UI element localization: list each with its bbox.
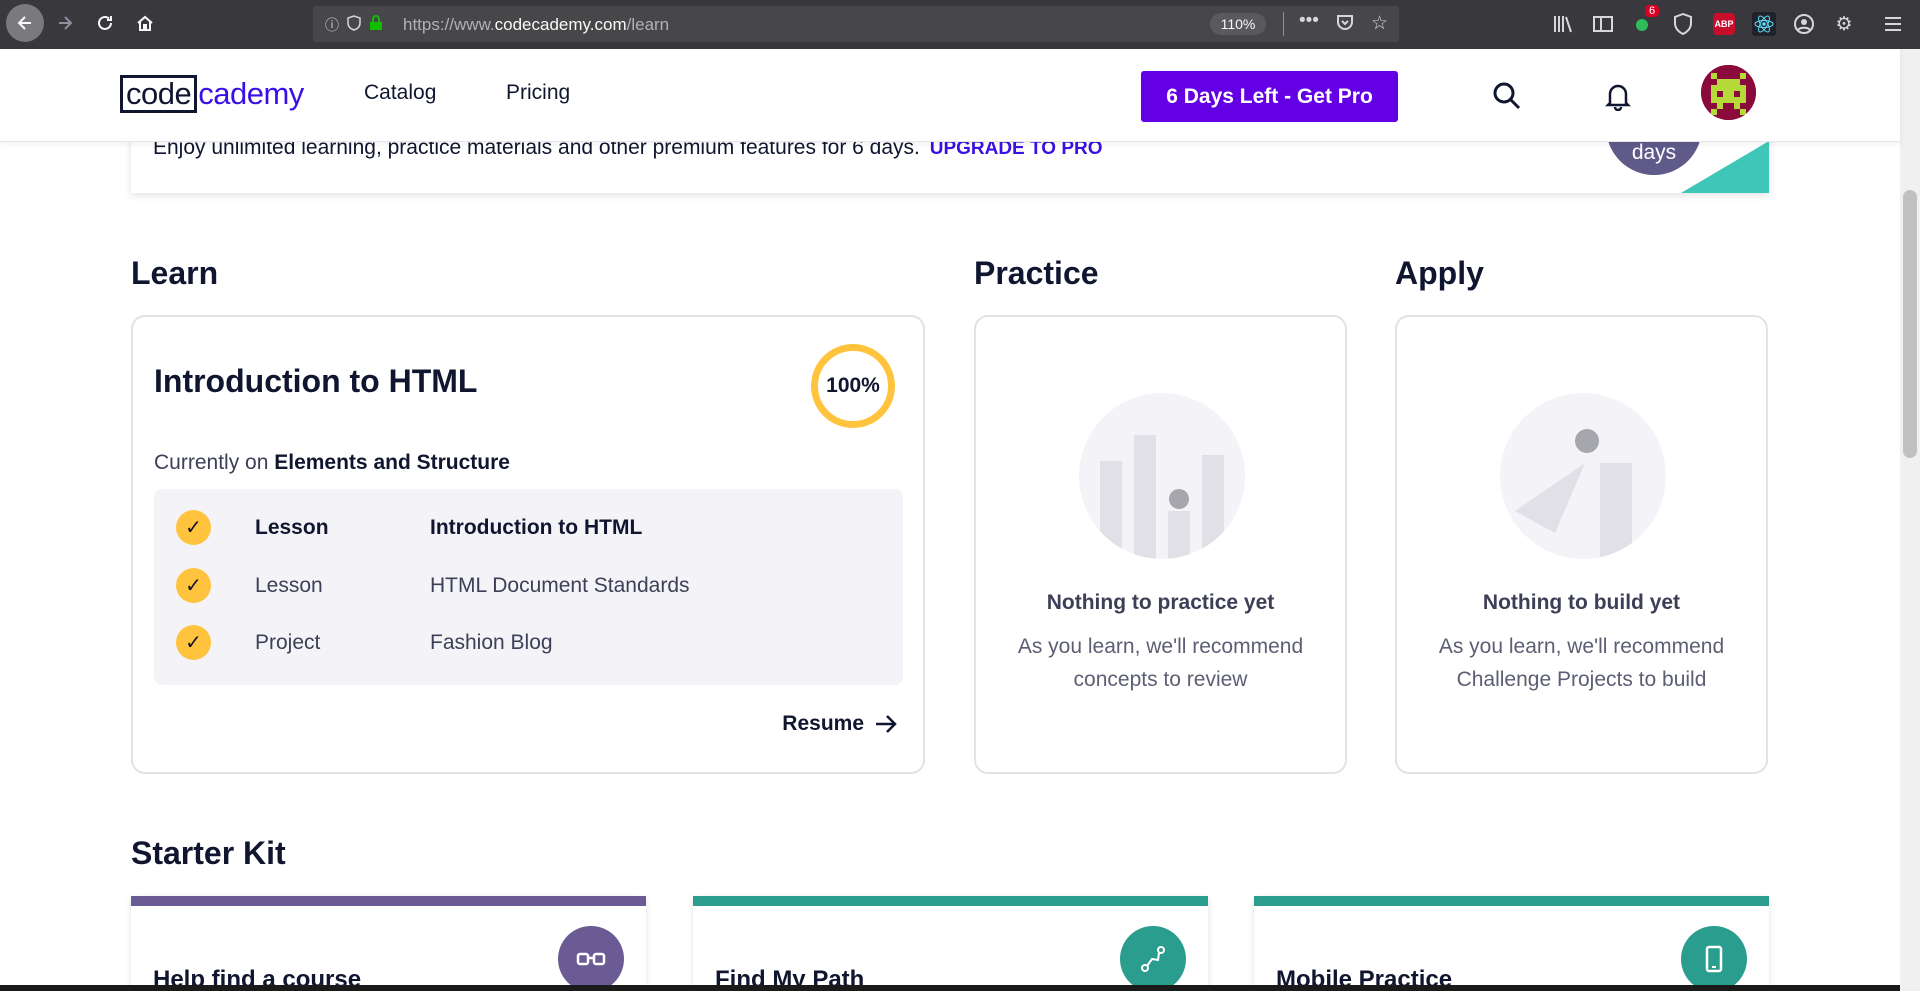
tracking-shield-icon[interactable] (347, 15, 361, 34)
progress-ring: 100% (811, 344, 895, 428)
forward-button[interactable] (48, 6, 82, 40)
arrow-left-icon (17, 16, 31, 30)
avatar[interactable] (1701, 65, 1756, 120)
get-pro-button[interactable]: 6 Days Left - Get Pro (1141, 71, 1398, 122)
kit-card-find-my-path[interactable]: Find My Path (693, 896, 1208, 991)
item-name: HTML Document Standards (430, 574, 690, 597)
shield-extension-icon[interactable] (1670, 11, 1696, 37)
home-icon (137, 15, 153, 31)
path-icon (1120, 926, 1186, 991)
window-bottom-edge (0, 985, 1900, 991)
codecademy-logo[interactable]: code cademy (120, 74, 304, 114)
check-icon: ✓ (176, 568, 211, 603)
url-bar[interactable]: ⓘ https://www.codecademy.com/learn 110% … (313, 6, 1399, 42)
apply-empty-title: Nothing to build yet (1482, 591, 1681, 614)
item-name: Fashion Blog (430, 631, 553, 654)
check-icon: ✓ (176, 625, 211, 660)
site-header: code cademy Catalog Pricing 6 Days Left -… (0, 49, 1900, 142)
learn-heading: Learn (131, 255, 219, 291)
practice-empty-desc: As you learn, we'll recommend concepts t… (1017, 635, 1304, 691)
lock-icon[interactable] (369, 15, 383, 34)
more-actions-icon[interactable]: ••• (1299, 10, 1319, 32)
back-button[interactable] (6, 4, 44, 42)
practice-illustration (1079, 393, 1245, 559)
item-type: Lesson (255, 574, 323, 597)
bell-icon[interactable] (1601, 79, 1635, 113)
info-icon[interactable]: ⓘ (325, 15, 339, 35)
arrow-right-icon (876, 715, 897, 733)
gear-icon[interactable]: ⚙ (1831, 11, 1857, 37)
library-icon[interactable] (1551, 11, 1577, 37)
apply-heading: Apply (1395, 255, 1484, 291)
url-divider (1283, 12, 1284, 36)
kit-card-help-find-course[interactable]: Help find a course (131, 896, 646, 991)
apply-illustration (1500, 393, 1666, 559)
check-icon: ✓ (176, 510, 211, 545)
list-item[interactable]: ✓ Lesson Introduction to HTML (154, 508, 903, 548)
reload-icon (98, 15, 112, 30)
practice-heading: Practice (974, 255, 1099, 291)
glasses-icon (558, 926, 624, 991)
practice-card: Nothing to practice yet As you learn, we… (974, 315, 1347, 774)
adblock-icon[interactable]: ABP (1713, 13, 1735, 35)
scrollbar-thumb[interactable] (1903, 190, 1917, 458)
sidebar-icon[interactable] (1590, 11, 1616, 37)
browser-toolbar: ⓘ https://www.codecademy.com/learn 110% … (0, 0, 1920, 49)
bookmark-star-icon[interactable]: ☆ (1371, 12, 1388, 35)
item-type: Lesson (255, 516, 329, 539)
item-name: Introduction to HTML (430, 516, 643, 539)
progress-value: 100% (826, 374, 880, 397)
apply-empty-desc: As you learn, we'll recommend Challenge … (1438, 635, 1725, 691)
lesson-list: ✓ Lesson Introduction to HTML ✓ Lesson H… (154, 489, 903, 685)
kit-card-accent (693, 896, 1208, 906)
nav-pricing[interactable]: Pricing (506, 81, 570, 105)
pixel-avatar-icon (1701, 65, 1756, 120)
search-icon[interactable] (1490, 79, 1524, 113)
arrow-right-icon (59, 16, 73, 30)
item-type: Project (255, 631, 321, 654)
course-title[interactable]: Introduction to HTML (154, 363, 477, 400)
list-item[interactable]: ✓ Project Fashion Blog (154, 623, 903, 663)
banner-decoration (1681, 141, 1769, 193)
starter-kit-heading: Starter Kit (131, 835, 286, 871)
kit-card-accent (131, 896, 646, 906)
nav-catalog[interactable]: Catalog (364, 81, 436, 105)
menu-icon[interactable] (1880, 11, 1906, 37)
extension-badge: 6 (1645, 5, 1660, 17)
reload-button[interactable] (88, 6, 122, 40)
url-text[interactable]: https://www.codecademy.com/learn (403, 15, 669, 35)
apply-card: Nothing to build yet As you learn, we'll… (1395, 315, 1768, 774)
account-icon[interactable] (1791, 11, 1817, 37)
zoom-level[interactable]: 110% (1210, 13, 1266, 35)
learn-card: Introduction to HTML 100% Currently on E… (131, 315, 925, 774)
list-item[interactable]: ✓ Lesson HTML Document Standards (154, 566, 903, 606)
kit-card-mobile-practice[interactable]: Mobile Practice (1254, 896, 1769, 991)
pocket-icon[interactable] (1335, 12, 1355, 38)
react-devtools-icon[interactable] (1751, 11, 1777, 37)
practice-empty-title: Nothing to practice yet (1046, 591, 1275, 614)
current-module: Currently on Elements and Structure (154, 451, 510, 474)
mobile-icon (1681, 926, 1747, 991)
resume-button[interactable]: Resume (782, 712, 898, 736)
home-button[interactable] (128, 6, 162, 40)
kit-card-accent (1254, 896, 1769, 906)
